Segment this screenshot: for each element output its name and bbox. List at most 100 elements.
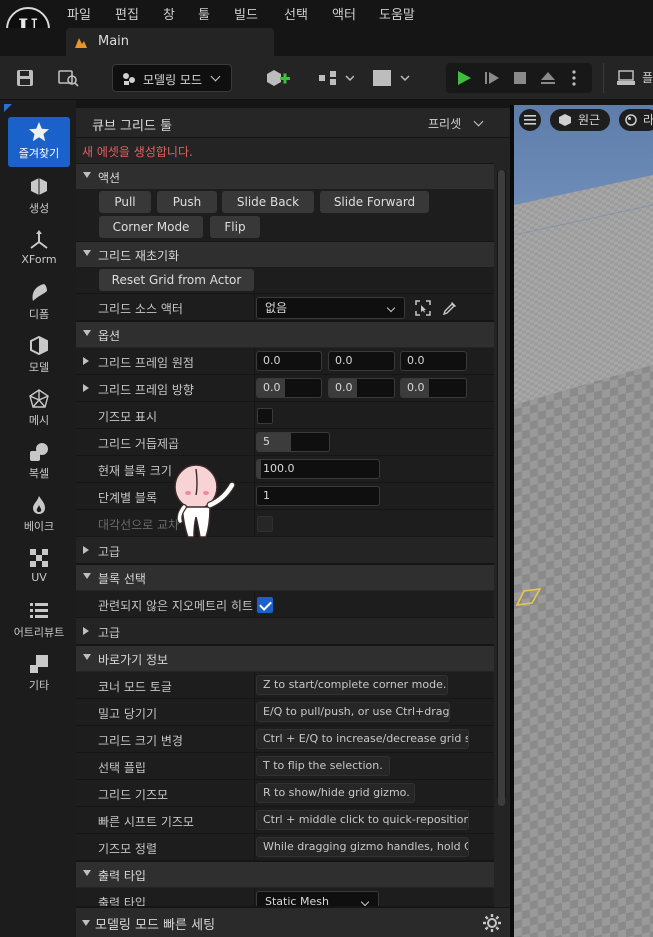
advanced-row[interactable]: 고급 bbox=[76, 537, 494, 564]
eject-icon[interactable] bbox=[540, 70, 556, 86]
push-button[interactable]: Push bbox=[157, 191, 217, 213]
attributes-icon bbox=[30, 603, 48, 618]
section-actions[interactable]: 액션 bbox=[76, 163, 494, 189]
mode-model[interactable]: 모델 bbox=[8, 331, 70, 381]
corner-mode-button[interactable]: Corner Mode bbox=[99, 216, 203, 238]
block-steps-label: 단계별 블록 bbox=[98, 491, 158, 505]
mode-deform[interactable]: 디폼 bbox=[8, 278, 70, 328]
value: 0.0 bbox=[407, 354, 425, 367]
mode-attributes[interactable]: 어트리뷰트 bbox=[8, 596, 70, 646]
mode-voxel[interactable]: 복셀 bbox=[8, 437, 70, 487]
mode-xform[interactable]: XForm bbox=[8, 225, 70, 275]
more-options-icon[interactable] bbox=[572, 70, 576, 86]
peach-mascot-sticker bbox=[174, 464, 236, 538]
mode-favorites[interactable]: 즐겨찾기 bbox=[8, 117, 70, 167]
grid-source-dropdown[interactable]: 없음 bbox=[256, 297, 405, 319]
value: 1 bbox=[263, 489, 270, 502]
perspective-button[interactable]: 원근 bbox=[550, 109, 610, 131]
reset-grid-button[interactable]: Reset Grid from Actor bbox=[99, 269, 254, 291]
menu-select[interactable]: 선택 bbox=[284, 4, 308, 23]
grid-power-slider[interactable]: 5 bbox=[256, 432, 330, 452]
frame-orient-z-input[interactable]: 0.0 bbox=[400, 378, 467, 398]
save-icon[interactable] bbox=[16, 69, 34, 87]
block-size-label: 현재 블록 크기 bbox=[98, 464, 172, 478]
mode-mesh[interactable]: 메시 bbox=[8, 384, 70, 434]
mode-label: 복셀 bbox=[28, 467, 50, 480]
expand-arrow-icon[interactable] bbox=[83, 357, 89, 365]
block-size-slider[interactable]: 100.0 bbox=[256, 459, 380, 479]
show-gizmo-checkbox[interactable] bbox=[257, 408, 273, 424]
misc-icon bbox=[30, 655, 48, 673]
section-output-type[interactable]: 출력 타입 bbox=[76, 861, 494, 887]
frame-origin-y-input[interactable]: 0.0 bbox=[328, 351, 395, 371]
slide-forward-button[interactable]: Slide Forward bbox=[320, 191, 429, 213]
row-divider bbox=[254, 510, 255, 537]
play-icon[interactable] bbox=[456, 70, 472, 86]
slide-back-button[interactable]: Slide Back bbox=[222, 191, 314, 213]
menu-window[interactable]: 창 bbox=[163, 4, 175, 23]
flip-button[interactable]: Flip bbox=[210, 216, 260, 238]
level-viewport[interactable]: 원근 라 bbox=[514, 105, 653, 937]
diag-cross-row: 대각선으로 교차 bbox=[76, 510, 494, 537]
content-browser-icon[interactable] bbox=[58, 68, 80, 88]
value: 0.0 bbox=[407, 381, 425, 394]
advanced-row-2[interactable]: 고급 bbox=[76, 618, 494, 645]
expand-arrow-icon[interactable] bbox=[83, 384, 89, 392]
hit-unrelated-row: 관련되지 않은 지오메트리 히트 bbox=[76, 591, 494, 618]
shortcut-row: 빠른 시프트 기즈모 Ctrl + middle click to quick-… bbox=[76, 807, 494, 834]
cinematics-icon[interactable] bbox=[372, 68, 412, 88]
scrollbar-thumb[interactable] bbox=[498, 170, 505, 806]
show-gizmo-row: 기즈모 표시 bbox=[76, 402, 494, 429]
hit-unrelated-checkbox[interactable] bbox=[257, 597, 273, 613]
advance-frame-icon[interactable] bbox=[484, 70, 500, 86]
diag-cross-checkbox[interactable] bbox=[257, 516, 273, 532]
output-type-dropdown[interactable]: Static Mesh bbox=[256, 891, 379, 906]
menu-file[interactable]: 파일 bbox=[67, 4, 91, 23]
platforms-icon[interactable] bbox=[617, 69, 639, 87]
blueprint-icon[interactable] bbox=[318, 70, 354, 86]
frame-orient-x-input[interactable]: 0.0 bbox=[256, 378, 322, 398]
toolbar-separator bbox=[603, 63, 604, 93]
menu-edit[interactable]: 편집 bbox=[115, 4, 139, 23]
preset-button[interactable]: 프리셋 bbox=[428, 115, 484, 132]
pick-actor-icon[interactable] bbox=[415, 300, 431, 316]
gear-icon[interactable] bbox=[482, 913, 502, 933]
menu-build[interactable]: 빌드 bbox=[234, 4, 258, 23]
stop-icon[interactable] bbox=[512, 70, 528, 86]
lit-sphere-icon bbox=[625, 114, 637, 126]
frame-origin-x-input[interactable]: 0.0 bbox=[256, 351, 322, 371]
mode-dropdown[interactable]: 모델링 모드 bbox=[112, 64, 232, 92]
shortcut-hint: Z to start/complete corner mode. bbox=[256, 675, 448, 695]
mesh-icon bbox=[29, 389, 49, 408]
lit-mode-button[interactable]: 라 bbox=[619, 109, 653, 131]
menu-tools[interactable]: 툴 bbox=[198, 4, 210, 23]
menu-actor[interactable]: 액터 bbox=[332, 4, 356, 23]
block-steps-input[interactable]: 1 bbox=[256, 486, 380, 506]
pull-button[interactable]: Pull bbox=[99, 191, 151, 213]
output-type-row: 출력 타입 Static Mesh bbox=[76, 888, 494, 907]
mode-uv[interactable]: UV bbox=[8, 543, 70, 593]
mode-label: XForm bbox=[21, 253, 57, 266]
viewport-menu-button[interactable] bbox=[519, 109, 541, 131]
shortcut-label: 빠른 시프트 기즈모 bbox=[98, 815, 194, 829]
menu-help[interactable]: 도움말 bbox=[379, 4, 415, 23]
mode-label: 어트리뷰트 bbox=[13, 626, 65, 639]
tab-main[interactable]: Main bbox=[66, 28, 274, 56]
mode-bake[interactable]: 베이크 bbox=[8, 490, 70, 540]
frame-orient-y-input[interactable]: 0.0 bbox=[328, 378, 395, 398]
section-grid-reposition[interactable]: 그리드 재초기화 bbox=[76, 241, 494, 267]
add-actor-icon[interactable] bbox=[264, 68, 298, 88]
quick-settings-bar[interactable]: 모델링 모드 빠른 세팅 bbox=[76, 907, 510, 937]
section-options[interactable]: 옵션 bbox=[76, 321, 494, 347]
section-shortcuts[interactable]: 바로가기 정보 bbox=[76, 645, 494, 671]
panel-scrollbar[interactable] bbox=[497, 170, 506, 806]
frame-origin-z-input[interactable]: 0.0 bbox=[400, 351, 467, 371]
row-divider bbox=[254, 591, 255, 618]
mode-label: 기타 bbox=[28, 679, 50, 692]
slider-fill bbox=[257, 460, 261, 478]
eyedropper-icon[interactable] bbox=[442, 300, 458, 316]
section-block-select[interactable]: 블록 선택 bbox=[76, 564, 494, 590]
mode-create[interactable]: 생성 bbox=[8, 172, 70, 222]
mode-misc[interactable]: 기타 bbox=[8, 649, 70, 699]
shortcut-label: 그리드 기즈모 bbox=[98, 788, 169, 802]
